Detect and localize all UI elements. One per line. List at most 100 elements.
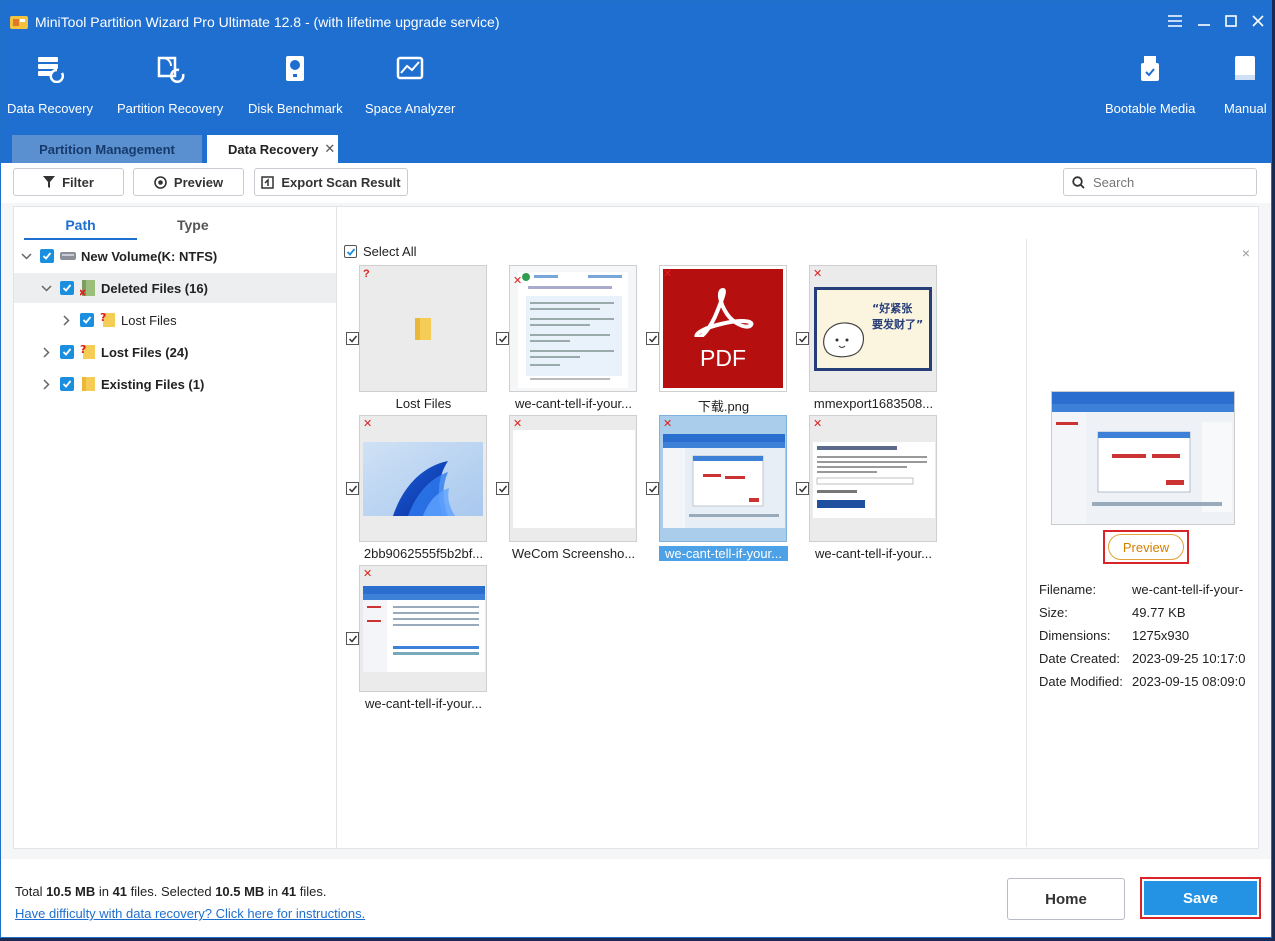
meta-key: Size:: [1039, 605, 1068, 620]
totals-text: files. Selected: [127, 884, 216, 899]
chevron-down-icon[interactable]: [40, 282, 52, 294]
maximize-icon[interactable]: [1217, 9, 1245, 33]
totals-text: files.: [296, 884, 327, 899]
item-label: we-cant-tell-if-your...: [814, 546, 933, 561]
grid-item[interactable]: ✕ ✕: [488, 265, 638, 415]
export-scan-result-button[interactable]: Export Scan Result: [254, 168, 408, 196]
space-analyzer-icon: [396, 56, 424, 80]
search-input[interactable]: [1093, 174, 1243, 190]
window-title: MiniTool Partition Wizard Pro Ultimate 1…: [35, 14, 500, 30]
tree-item-new-volume[interactable]: New Volume(K: NTFS): [14, 241, 336, 271]
checkbox[interactable]: [60, 345, 74, 359]
disk-benchmark-tool[interactable]: Disk Benchmark: [248, 53, 343, 116]
unknown-badge: ?: [363, 268, 370, 280]
grid-item[interactable]: ? Lost Files: [338, 265, 488, 415]
grid-item[interactable]: ✕ we-cant-tell-if-your...: [788, 415, 938, 565]
grid-item-selected[interactable]: ✕ we-cant-tell-if-your...: [638, 415, 788, 565]
partition-recovery-icon: [157, 56, 185, 83]
select-all[interactable]: Select All: [344, 244, 416, 259]
item-checkbox[interactable]: [346, 332, 359, 345]
item-label: we-cant-tell-if-your...: [514, 396, 633, 411]
totals-text: in: [95, 884, 113, 899]
thumbnail: ✕: [659, 415, 787, 542]
meta-key: Date Modified:: [1039, 674, 1123, 689]
help-link[interactable]: Have difficulty with data recovery? Clic…: [15, 906, 365, 921]
tree-item-lost-files-sub[interactable]: ? Lost Files: [14, 305, 336, 335]
manual-tool[interactable]: Manual: [1224, 53, 1267, 116]
grid-item[interactable]: PDF ✕ 下载.png: [638, 265, 788, 415]
checkbox[interactable]: [80, 313, 94, 327]
tree-item-existing-files[interactable]: Existing Files (1): [14, 369, 336, 399]
tab-partition-management[interactable]: Partition Management: [12, 135, 202, 163]
chevron-right-icon[interactable]: [40, 346, 52, 358]
grid-item[interactable]: ✕ WeCom Screensho...: [488, 415, 638, 565]
chevron-right-icon[interactable]: [60, 314, 72, 326]
data-recovery-tool[interactable]: Data Recovery: [7, 53, 93, 116]
menu-icon[interactable]: [1161, 9, 1189, 33]
checkbox[interactable]: [60, 377, 74, 391]
grid-item[interactable]: ✕ “好紧张 要发财了” mmexport1683508...: [788, 265, 938, 415]
tree-item-label: Deleted Files (16): [101, 280, 208, 296]
tab-close-icon[interactable]: ✕: [324, 141, 335, 157]
item-checkbox[interactable]: [496, 482, 509, 495]
item-checkbox[interactable]: [496, 332, 509, 345]
select-all-checkbox[interactable]: [344, 245, 357, 258]
tree-item-deleted-files[interactable]: Deleted Files (16): [14, 273, 336, 303]
item-checkbox[interactable]: [346, 632, 359, 645]
item-checkbox[interactable]: [646, 482, 659, 495]
search-box[interactable]: [1063, 168, 1257, 196]
filter-button[interactable]: Filter: [13, 168, 124, 196]
app-window: MiniTool Partition Wizard Pro Ultimate 1…: [0, 0, 1272, 938]
deleted-badge: ✕: [663, 418, 673, 430]
meta-key: Dimensions:: [1039, 628, 1111, 643]
drive-icon: [60, 251, 76, 261]
app-screenshot-image: [663, 434, 785, 528]
grid-item[interactable]: ✕ 2bb9062555f5b2bf...: [338, 415, 488, 565]
preview-button-highlight: Preview: [1103, 530, 1189, 564]
deleted-badge: ✕: [813, 268, 823, 280]
chevron-right-icon[interactable]: [40, 378, 52, 390]
action-bar: Filter Preview Export Scan Result: [1, 163, 1271, 203]
save-button[interactable]: Save: [1144, 881, 1257, 915]
disk-benchmark-icon: [286, 56, 305, 81]
data-recovery-icon: [37, 57, 64, 83]
manual-label: Manual: [1224, 101, 1267, 116]
deleted-badge: ✕: [363, 418, 373, 430]
meta-date-created: Date Created: 2023-09-25 10:17:09: [1039, 651, 1246, 666]
meta-date-modified: Date Modified: 2023-09-15 08:09:02: [1039, 674, 1246, 689]
grid-item[interactable]: ✕ we-cant-tell-if-your...: [338, 565, 488, 715]
tab-data-recovery[interactable]: Data Recovery ✕: [207, 135, 338, 163]
tree-item-lost-files[interactable]: ? Lost Files (24): [14, 337, 336, 367]
checkbox[interactable]: [60, 281, 74, 295]
meta-key: Filename:: [1039, 582, 1097, 597]
thumbnail: PDF ✕: [659, 265, 787, 392]
minimize-icon[interactable]: [1190, 9, 1218, 33]
item-checkbox[interactable]: [796, 482, 809, 495]
tree-item-label: Existing Files (1): [101, 376, 205, 392]
deleted-badge: ✕: [813, 418, 823, 430]
svg-text:?: ?: [80, 343, 86, 356]
cartoon-drawing: [823, 322, 865, 358]
preview-button[interactable]: Preview: [133, 168, 244, 196]
tab-path[interactable]: Path: [24, 217, 137, 240]
checkbox[interactable]: [40, 249, 54, 263]
preview-file-button[interactable]: Preview: [1108, 534, 1184, 560]
save-button-highlight: Save: [1140, 877, 1261, 919]
close-icon[interactable]: [1244, 9, 1271, 33]
close-preview-icon[interactable]: ×: [1242, 245, 1250, 261]
item-checkbox[interactable]: [796, 332, 809, 345]
thumbnail: ?: [359, 265, 487, 392]
deleted-badge: ✕: [663, 268, 673, 280]
space-analyzer-tool[interactable]: Space Analyzer: [365, 53, 455, 116]
meta-filename: Filename: we-cant-tell-if-your-: [1039, 582, 1246, 597]
item-checkbox[interactable]: [346, 482, 359, 495]
partition-recovery-tool[interactable]: Partition Recovery: [117, 53, 223, 116]
item-checkbox[interactable]: [646, 332, 659, 345]
home-button[interactable]: Home: [1007, 878, 1125, 920]
chevron-down-icon[interactable]: [20, 250, 32, 262]
item-label: 2bb9062555f5b2bf...: [363, 546, 484, 561]
download-page-image: [813, 442, 935, 518]
bootable-media-tool[interactable]: Bootable Media: [1105, 53, 1195, 116]
meta-value: we-cant-tell-if-your-: [1132, 582, 1244, 597]
tab-type[interactable]: Type: [177, 217, 209, 233]
